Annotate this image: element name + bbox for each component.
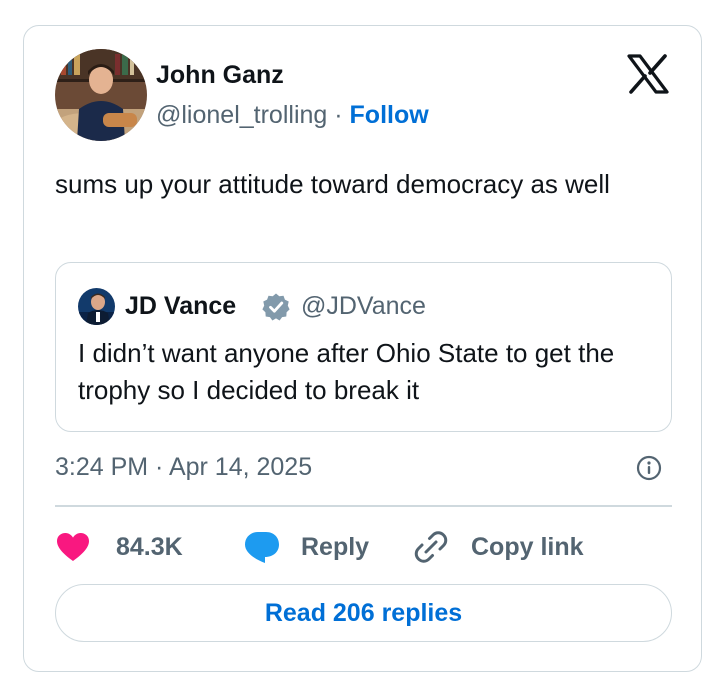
like-count: 84.3K: [116, 532, 183, 561]
quoted-author-avatar[interactable]: [78, 288, 115, 325]
author-avatar[interactable]: [55, 49, 147, 141]
quoted-author-name[interactable]: JD Vance: [125, 290, 236, 322]
follow-button[interactable]: Follow: [350, 101, 429, 129]
handle-separator: ·: [327, 101, 350, 129]
copy-link-button[interactable]: Copy link: [413, 529, 584, 565]
x-logo-icon[interactable]: [627, 54, 669, 94]
reply-label: Reply: [301, 532, 370, 561]
reply-button[interactable]: Reply: [243, 529, 369, 565]
like-button[interactable]: 84.3K: [55, 529, 183, 565]
read-replies-button[interactable]: Read 206 replies: [55, 584, 672, 642]
copy-link-label: Copy link: [471, 532, 584, 561]
verified-badge-icon: [262, 293, 290, 321]
speech-bubble-icon: [245, 532, 279, 563]
author-name[interactable]: John Ganz: [156, 59, 284, 91]
tweet-text: sums up your attitude toward democracy a…: [55, 169, 610, 199]
divider: [55, 505, 672, 507]
author-handle[interactable]: @lionel_trolling: [156, 101, 327, 129]
quoted-author-handle[interactable]: @JDVance: [301, 290, 426, 322]
quoted-tweet-text: I didn’t want anyone after Ohio State to…: [78, 338, 615, 405]
embedded-tweet-card: John Ganz @lionel_trolling · Follow sums…: [23, 25, 702, 672]
link-icon: [414, 531, 448, 563]
info-icon[interactable]: [636, 455, 662, 481]
heart-icon: [57, 533, 89, 561]
author-handle-row: @lionel_trolling · Follow: [156, 99, 429, 131]
quoted-tweet[interactable]: JD Vance @JDVance I didn’t want anyone a…: [55, 262, 672, 432]
tweet-timestamp[interactable]: 3:24 PM · Apr 14, 2025: [55, 451, 312, 483]
